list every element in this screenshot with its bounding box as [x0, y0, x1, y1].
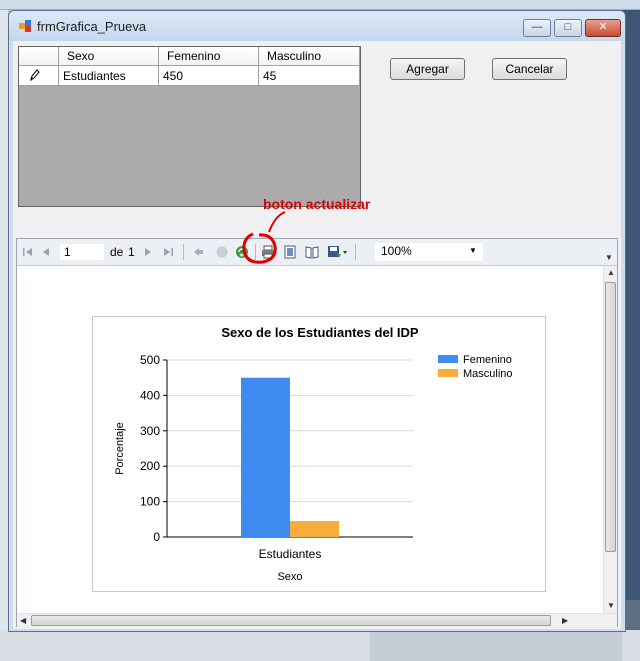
y-tick-label: 500 — [140, 353, 160, 367]
background-toolbar-strip — [0, 0, 640, 10]
page-setup-icon[interactable] — [305, 245, 319, 259]
page-of-label: de — [110, 245, 124, 259]
form-client-area: Sexo Femenino Masculino Estudiantes 450 … — [13, 41, 621, 629]
chart-container: Sexo de los Estudiantes del IDP 0 100 200 30… — [92, 316, 546, 592]
report-page: Sexo de los Estudiantes del IDP 0 100 200 30… — [17, 266, 603, 613]
form-icon — [19, 20, 31, 32]
background-bottom-right — [370, 630, 622, 661]
report-viewer: 1 de 1 100% ▼ ▼ Sexo de los Estudiantes … — [16, 238, 618, 627]
grid-corner-header — [19, 47, 59, 66]
cell-femenino[interactable]: 450 — [159, 66, 259, 86]
scroll-up-icon[interactable]: ▲ — [607, 268, 615, 277]
x-axis-label: Sexo — [277, 571, 302, 583]
report-toolbar: 1 de 1 100% ▼ ▼ — [17, 239, 617, 266]
column-header-sexo[interactable]: Sexo — [59, 47, 159, 66]
back-icon[interactable] — [191, 245, 205, 259]
y-tick-label: 0 — [153, 530, 160, 544]
form-window: frmGrafica_Prueva — □ ✕ Sexo Femenino Ma… — [8, 10, 626, 632]
y-tick-label: 100 — [140, 495, 160, 509]
first-page-icon[interactable] — [21, 245, 35, 259]
horizontal-scrollbar[interactable]: ◀ ▶ — [17, 613, 617, 627]
chart-title: Sexo de los Estudiantes del IDP — [221, 325, 419, 340]
bar-chart: Sexo de los Estudiantes del IDP 0 100 200 30… — [114, 325, 513, 583]
toolbar-overflow-icon[interactable]: ▼ — [605, 253, 613, 262]
toolbar-separator — [183, 244, 184, 260]
add-button[interactable]: Agregar — [390, 58, 465, 80]
scroll-down-icon[interactable]: ▼ — [607, 601, 615, 610]
previous-page-icon[interactable] — [39, 245, 53, 259]
column-header-masculino[interactable]: Masculino — [259, 47, 360, 66]
export-icon[interactable] — [327, 245, 349, 259]
zoom-select[interactable]: 100% — [375, 243, 483, 261]
vertical-scroll-thumb[interactable] — [605, 282, 616, 552]
bar-femenino — [241, 377, 290, 537]
vertical-scrollbar[interactable]: ▲ ▼ — [603, 266, 617, 613]
bar-masculino — [290, 521, 339, 537]
next-page-icon[interactable] — [141, 245, 155, 259]
cell-masculino[interactable]: 45 — [259, 66, 360, 86]
close-button[interactable]: ✕ — [585, 19, 621, 37]
legend-label: Femenino — [463, 354, 512, 366]
background-left — [0, 10, 8, 661]
minimize-button[interactable]: — — [523, 19, 551, 37]
y-tick-label: 200 — [140, 459, 160, 473]
legend-swatch — [438, 355, 458, 363]
chevron-down-icon[interactable]: ▼ — [469, 246, 477, 255]
scroll-right-icon[interactable]: ▶ — [562, 616, 568, 625]
y-axis-label: Porcentaje — [114, 422, 126, 475]
total-pages-label: 1 — [128, 245, 135, 259]
last-page-icon[interactable] — [161, 245, 175, 259]
page-number-input[interactable]: 1 — [59, 243, 105, 261]
y-tick-label: 400 — [140, 388, 160, 402]
row-header[interactable] — [19, 66, 59, 86]
column-header-femenino[interactable]: Femenino — [159, 47, 259, 66]
maximize-button[interactable]: □ — [554, 19, 582, 37]
x-tick-label: Estudiantes — [259, 547, 322, 561]
toolbar-separator — [355, 244, 356, 260]
horizontal-scroll-thumb[interactable] — [31, 615, 551, 626]
cell-sexo[interactable]: Estudiantes — [59, 66, 159, 86]
legend-swatch — [438, 369, 458, 377]
legend-label: Masculino — [463, 368, 513, 380]
y-tick-label: 300 — [140, 424, 160, 438]
window-title: frmGrafica_Prueva — [37, 19, 147, 34]
data-grid[interactable]: Sexo Femenino Masculino Estudiantes 450 … — [18, 46, 361, 207]
cancel-button[interactable]: Cancelar — [492, 58, 567, 80]
annotation-circle — [242, 211, 286, 264]
scroll-left-icon[interactable]: ◀ — [20, 616, 26, 625]
title-bar[interactable]: frmGrafica_Prueva — □ ✕ — [9, 11, 625, 41]
pencil-icon — [30, 69, 40, 82]
